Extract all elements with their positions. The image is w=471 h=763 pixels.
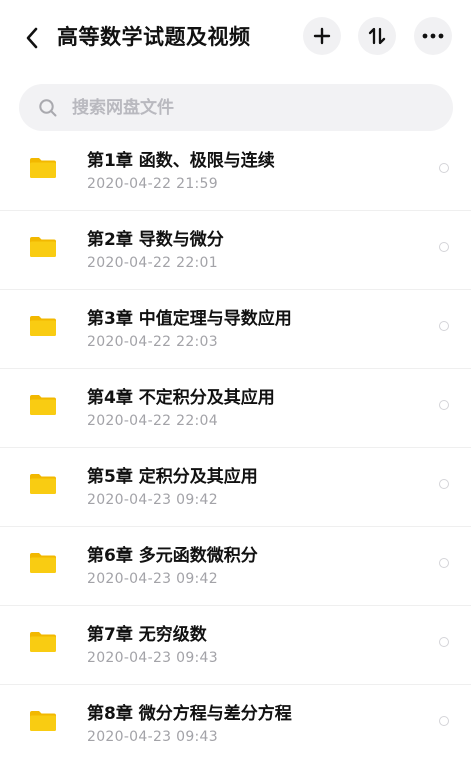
- select-circle-icon[interactable]: [439, 242, 449, 252]
- file-date: 2020-04-23 09:43: [87, 650, 218, 666]
- folder-icon: [30, 316, 56, 336]
- select-circle-icon[interactable]: [439, 637, 449, 647]
- folder-icon: [30, 237, 56, 257]
- file-date: 2020-04-22 21:59: [87, 176, 218, 192]
- list-item[interactable]: 第8章 微分方程与差分方程 2020-04-23 09:43: [0, 685, 471, 763]
- file-list: 第1章 函数、极限与连续 2020-04-22 21:59 第2章 导数与微分 …: [0, 132, 471, 763]
- search-bar[interactable]: [19, 84, 453, 131]
- file-name: 第4章 不定积分及其应用: [87, 388, 275, 408]
- page-title: 高等数学试题及视频: [57, 25, 251, 49]
- select-circle-icon[interactable]: [439, 558, 449, 568]
- file-name: 第6章 多元函数微积分: [87, 546, 258, 566]
- list-item[interactable]: 第4章 不定积分及其应用 2020-04-22 22:04: [0, 369, 471, 448]
- select-circle-icon[interactable]: [439, 716, 449, 726]
- plus-icon: [313, 27, 331, 45]
- file-name: 第1章 函数、极限与连续: [87, 151, 275, 171]
- file-name: 第8章 微分方程与差分方程: [87, 704, 292, 724]
- more-icon: [422, 33, 444, 39]
- back-button[interactable]: [20, 24, 44, 52]
- select-circle-icon[interactable]: [439, 400, 449, 410]
- folder-icon: [30, 711, 56, 731]
- back-arrow-icon: [26, 27, 38, 49]
- file-date: 2020-04-23 09:43: [87, 729, 218, 745]
- folder-icon: [30, 553, 56, 573]
- list-item[interactable]: 第3章 中值定理与导数应用 2020-04-22 22:03: [0, 290, 471, 369]
- file-name: 第3章 中值定理与导数应用: [87, 309, 292, 329]
- file-name: 第7章 无穷级数: [87, 625, 207, 645]
- select-circle-icon[interactable]: [439, 163, 449, 173]
- add-button[interactable]: [303, 17, 341, 55]
- folder-icon: [30, 474, 56, 494]
- file-date: 2020-04-23 09:42: [87, 492, 218, 508]
- search-icon: [39, 98, 57, 116]
- select-circle-icon[interactable]: [439, 479, 449, 489]
- list-item[interactable]: 第6章 多元函数微积分 2020-04-23 09:42: [0, 527, 471, 606]
- file-name: 第5章 定积分及其应用: [87, 467, 258, 487]
- list-item[interactable]: 第1章 函数、极限与连续 2020-04-22 21:59: [0, 132, 471, 211]
- file-date: 2020-04-22 22:03: [87, 334, 218, 350]
- file-date: 2020-04-22 22:04: [87, 413, 218, 429]
- sort-button[interactable]: [358, 17, 396, 55]
- search-input[interactable]: [70, 96, 434, 119]
- list-item[interactable]: 第7章 无穷级数 2020-04-23 09:43: [0, 606, 471, 685]
- list-item[interactable]: 第5章 定积分及其应用 2020-04-23 09:42: [0, 448, 471, 527]
- select-circle-icon[interactable]: [439, 321, 449, 331]
- file-date: 2020-04-23 09:42: [87, 571, 218, 587]
- more-button[interactable]: [414, 17, 452, 55]
- file-date: 2020-04-22 22:01: [87, 255, 218, 271]
- list-item[interactable]: 第2章 导数与微分 2020-04-22 22:01: [0, 211, 471, 290]
- file-name: 第2章 导数与微分: [87, 230, 224, 250]
- header-bar: 高等数学试题及视频: [0, 0, 471, 76]
- folder-icon: [30, 395, 56, 415]
- sort-icon: [368, 27, 386, 45]
- folder-icon: [30, 632, 56, 652]
- folder-icon: [30, 158, 56, 178]
